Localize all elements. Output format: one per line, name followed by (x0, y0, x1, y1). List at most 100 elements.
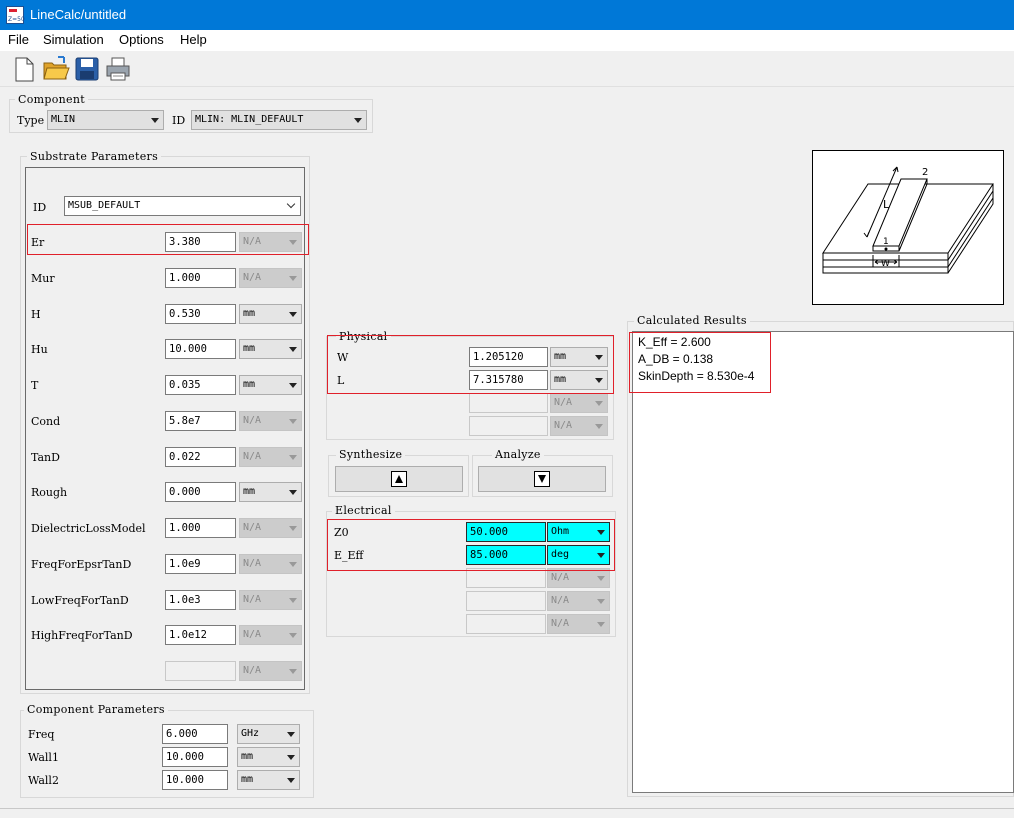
dropdown-arrow-icon (289, 418, 297, 424)
electrical-unit-select-2[interactable]: N/A (547, 568, 610, 588)
electrical-unit-value-2: N/A (551, 572, 570, 583)
substrate-id-select[interactable]: MSUB_DEFAULT (64, 196, 301, 216)
synthesize-title: Synthesize (336, 448, 406, 461)
substrate-unit-value-3: mm (243, 343, 256, 355)
physical-input-2[interactable] (469, 393, 548, 413)
component-param-input-1[interactable]: 10.000 (162, 747, 228, 767)
physical-unit-select-3[interactable]: N/A (550, 416, 608, 436)
microstrip-drawing: L W 1 2 (822, 166, 994, 274)
substrate-input-10[interactable]: 1.0e3 (165, 589, 236, 610)
electrical-input-2[interactable] (466, 568, 546, 588)
substrate-input-1[interactable]: 1.000 (165, 267, 236, 288)
substrate-unit-select-5[interactable]: N/A (239, 410, 302, 431)
component-param-label-1: Wall1 (28, 751, 59, 764)
substrate-unit-value-1: N/A (243, 271, 262, 283)
substrate-input-5[interactable]: 5.8e7 (165, 410, 236, 431)
substrate-input-8[interactable]: 1.000 (165, 518, 236, 538)
substrate-unit-select-10[interactable]: N/A (239, 589, 302, 610)
type-select[interactable]: MLIN (47, 110, 164, 130)
component-param-unit-select-2[interactable]: mm (237, 770, 300, 790)
dropdown-arrow-icon (289, 347, 297, 353)
results-textbox[interactable]: K_Eff = 2.600 A_DB = 0.138 SkinDepth = 8… (632, 331, 1014, 793)
electrical-unit-value-4: N/A (551, 618, 570, 629)
dropdown-arrow-icon (597, 576, 605, 581)
menu-simulation[interactable]: Simulation (43, 32, 104, 47)
substrate-unit-value-7: mm (243, 486, 256, 498)
electrical-input-3[interactable] (466, 591, 546, 611)
dropdown-arrow-icon (287, 755, 295, 760)
synthesize-button[interactable] (335, 466, 463, 492)
physical-unit-select-2[interactable]: N/A (550, 393, 608, 413)
substrate-input-11[interactable]: 1.0e12 (165, 625, 236, 646)
dropdown-arrow-icon (289, 383, 297, 388)
physical-unit-value-3: N/A (554, 420, 573, 431)
substrate-unit-select-4[interactable]: mm (239, 375, 302, 395)
component-param-label-0: Freq (28, 728, 55, 741)
substrate-unit-select-9[interactable]: N/A (239, 553, 302, 574)
dropdown-arrow-icon (289, 490, 297, 496)
open-folder-icon[interactable] (42, 55, 70, 83)
menu-file[interactable]: File (8, 32, 29, 47)
save-icon[interactable] (73, 55, 101, 83)
substrate-input-6[interactable]: 0.022 (165, 446, 236, 467)
electrical-highlight-box (327, 519, 615, 571)
substrate-unit-select-11[interactable]: N/A (239, 625, 302, 646)
electrical-unit-select-4[interactable]: N/A (547, 614, 610, 634)
print-icon[interactable] (104, 55, 132, 83)
substrate-label-11: HighFreqForTanD (31, 629, 133, 643)
dropdown-arrow-icon (289, 275, 297, 281)
electrical-input-4[interactable] (466, 614, 546, 634)
component-param-unit-select-0[interactable]: GHz (237, 724, 300, 744)
substrate-unit-select-2[interactable]: mm (239, 303, 302, 324)
physical-highlight-box (327, 335, 614, 394)
component-param-unit-select-1[interactable]: mm (237, 747, 300, 767)
component-param-input-0[interactable]: 6.000 (162, 724, 228, 744)
substrate-unit-value-11: N/A (243, 629, 262, 641)
substrate-label-1: Mur (31, 271, 55, 285)
substrate-label-2: H (31, 307, 41, 321)
component-id-select[interactable]: MLIN: MLIN_DEFAULT (191, 110, 367, 130)
substrate-unit-select-12[interactable]: N/A (239, 661, 302, 681)
menu-options[interactable]: Options (119, 32, 164, 47)
substrate-label-9: FreqForEpsrTanD (31, 557, 132, 571)
dropdown-arrow-icon (595, 424, 603, 429)
substrate-input-3[interactable]: 10.000 (165, 339, 236, 360)
substrate-label-5: Cond (31, 414, 61, 428)
toolbar (0, 51, 1014, 87)
arrow-down-icon (534, 471, 550, 487)
type-select-value: MLIN (51, 114, 76, 125)
dropdown-arrow-icon (289, 633, 297, 639)
electrical-title: Electrical (332, 504, 395, 517)
microstrip-diagram: L W 1 2 (812, 150, 1004, 305)
substrate-input-7[interactable]: 0.000 (165, 482, 236, 503)
substrate-unit-select-8[interactable]: N/A (239, 518, 302, 538)
substrate-unit-select-1[interactable]: N/A (239, 267, 302, 288)
substrate-input-4[interactable]: 0.035 (165, 375, 236, 395)
component-param-input-2[interactable]: 10.000 (162, 770, 228, 790)
new-file-icon[interactable] (10, 55, 38, 83)
substrate-unit-select-7[interactable]: mm (239, 482, 302, 503)
electrical-unit-select-3[interactable]: N/A (547, 591, 610, 611)
physical-input-3[interactable] (469, 416, 548, 436)
component-group-title: Component (15, 93, 88, 106)
analyze-button[interactable] (478, 466, 606, 492)
substrate-unit-select-6[interactable]: N/A (239, 446, 302, 467)
results-title: Calculated Results (634, 314, 750, 327)
dropdown-arrow-icon (289, 311, 297, 317)
results-highlight-box (629, 332, 771, 393)
component-param-unit-value-2: mm (241, 774, 254, 785)
menu-help[interactable]: Help (180, 32, 207, 47)
substrate-unit-select-3[interactable]: mm (239, 339, 302, 360)
component-param-label-2: Wall2 (28, 774, 59, 787)
substrate-id-label: ID (33, 201, 47, 214)
arrow-up-icon (391, 471, 407, 487)
substrate-input-2[interactable]: 0.530 (165, 303, 236, 324)
substrate-unit-value-9: N/A (243, 557, 262, 569)
component-param-unit-value-0: GHz (241, 728, 260, 739)
substrate-unit-value-10: N/A (243, 593, 262, 605)
substrate-input-12[interactable] (165, 661, 236, 681)
substrate-label-7: Rough (31, 486, 68, 500)
substrate-unit-value-12: N/A (243, 665, 262, 676)
er-highlight-box (27, 224, 309, 255)
substrate-input-9[interactable]: 1.0e9 (165, 553, 236, 574)
